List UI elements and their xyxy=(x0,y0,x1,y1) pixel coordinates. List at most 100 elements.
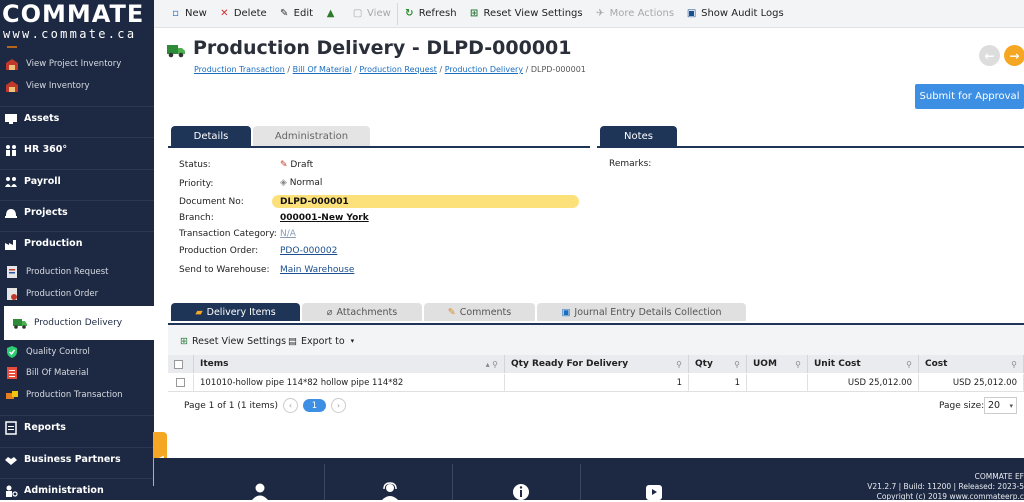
reset-view-icon: ⊞ xyxy=(180,335,188,347)
breadcrumb-link-production-delivery[interactable]: Production Delivery xyxy=(445,65,523,74)
breadcrumb-link-production-transaction[interactable]: Production Transaction xyxy=(194,65,285,74)
breadcrumb-separator: / xyxy=(287,65,291,74)
filter-icon[interactable]: ⚲ xyxy=(1011,360,1017,369)
next-page-button[interactable]: › xyxy=(331,398,346,413)
view-icon: ▢ xyxy=(352,8,363,19)
sidebar-item-production-request[interactable]: Production Request xyxy=(0,262,154,282)
chevron-down-icon: ▾ xyxy=(1009,401,1013,410)
footer-divider xyxy=(452,464,453,500)
sidebar-item-production-transaction[interactable]: Production Transaction xyxy=(0,385,154,405)
column-header-qty[interactable]: Qty ⚲ xyxy=(689,355,747,373)
reset-view-settings-button[interactable]: ⊞ Reset View Settings xyxy=(463,0,589,28)
sidebar-item-production-order[interactable]: Production Order xyxy=(0,284,154,304)
column-header-uom[interactable]: UOM ⚲ xyxy=(747,355,808,373)
shield-check-icon xyxy=(7,346,17,358)
youtube-icon[interactable] xyxy=(645,482,663,500)
status-value: ✎ Draft xyxy=(280,160,314,170)
tab-underline xyxy=(597,146,1024,148)
branch-value[interactable]: 000001-New York xyxy=(280,213,369,223)
send-to-warehouse-link[interactable]: Main Warehouse xyxy=(280,265,354,275)
row-checkbox[interactable] xyxy=(176,378,185,387)
sidebar-item-production-delivery[interactable]: Production Delivery xyxy=(4,306,154,340)
sidebar-item-administration[interactable]: Administration xyxy=(0,478,154,500)
more-actions-button[interactable]: ✈ More Actions xyxy=(589,0,681,28)
table-cell-uom[interactable] xyxy=(747,374,808,392)
tab-notes[interactable]: Notes xyxy=(600,126,677,147)
info-icon[interactable] xyxy=(512,482,530,500)
sidebar-item-quality-control[interactable]: Quality Control xyxy=(0,342,154,362)
table-cell-item[interactable]: 101010-hollow pipe 114*82 hollow pipe 11… xyxy=(194,374,505,392)
tab-administration[interactable]: Administration xyxy=(253,126,370,147)
sidebar-item-production[interactable]: Production xyxy=(0,231,154,255)
current-page-button[interactable]: 1 xyxy=(303,399,326,412)
new-document-icon: ▫ xyxy=(172,8,179,19)
show-audit-logs-button[interactable]: ▣ Show Audit Logs xyxy=(680,0,790,28)
tab-details[interactable]: Details xyxy=(171,126,251,147)
sidebar-item-payroll[interactable]: Payroll xyxy=(0,169,154,193)
grid-toolbar: ⊞ Reset View Settings ▤ Export to ▾ xyxy=(168,323,1024,355)
sidebar-item-assets[interactable]: Assets xyxy=(0,106,154,130)
admin-icon xyxy=(6,485,18,497)
grid-reset-view-settings-button[interactable]: ⊞ Reset View Settings xyxy=(180,325,286,357)
diamond-icon: ◈ xyxy=(280,178,287,188)
journal-icon: ▣ xyxy=(561,306,571,318)
next-record-button[interactable]: → xyxy=(1004,45,1024,66)
breadcrumb-link-production-request[interactable]: Production Request xyxy=(359,65,437,74)
page-size-select[interactable]: 20 ▾ xyxy=(984,397,1017,414)
table-cell-cost[interactable]: USD 25,012.00 xyxy=(919,374,1024,392)
sidebar-item-hr-360[interactable]: HR 360° xyxy=(0,137,154,161)
document-number-value: DLPD-000001 xyxy=(280,197,349,207)
footer-version-info: COMMATE EF V21.2.7 | Build: 11200 | Rele… xyxy=(867,472,1024,502)
sort-filter-icon[interactable]: ▴ ⚲ xyxy=(486,360,498,369)
refresh-button[interactable]: ↻ Refresh xyxy=(398,0,463,28)
breadcrumb-link-bill-of-material[interactable]: Bill Of Material xyxy=(293,65,352,74)
breadcrumb-separator: / xyxy=(354,65,357,74)
new-button[interactable]: ▫ New xyxy=(164,0,213,28)
tab-comments[interactable]: ✎ Comments xyxy=(424,303,535,321)
select-all-cell xyxy=(168,355,194,373)
table-cell-qty-ready[interactable]: 1 xyxy=(505,374,689,392)
workflow-icon: ▲ xyxy=(326,8,335,19)
column-header-qty-ready[interactable]: Qty Ready For Delivery ⚲ xyxy=(505,355,689,373)
monitor-icon xyxy=(5,113,17,124)
filter-icon[interactable]: ⚲ xyxy=(906,360,912,369)
delete-button[interactable]: ✕ Delete xyxy=(213,0,273,28)
tab-attachments[interactable]: ⌀ Attachments xyxy=(302,303,422,321)
sidebar-item-projects[interactable]: Projects xyxy=(0,200,154,224)
row-select-cell xyxy=(168,374,194,392)
production-order-link[interactable]: PDO-000002 xyxy=(280,246,337,256)
submit-for-approval-button[interactable]: Submit for Approval xyxy=(915,84,1024,109)
sidebar-item-view-project-inventory[interactable]: View Project Inventory xyxy=(0,54,154,74)
transaction-category-value[interactable]: N/A xyxy=(280,229,296,239)
previous-record-button[interactable]: ← xyxy=(979,45,1000,66)
table-cell-unit-cost[interactable]: USD 25,012.00 xyxy=(808,374,919,392)
warehouse-icon xyxy=(6,81,18,92)
breadcrumb-current: DLPD-000001 xyxy=(530,65,586,74)
workflow-button[interactable]: ▲ xyxy=(319,0,346,28)
column-header-unit-cost[interactable]: Unit Cost ⚲ xyxy=(808,355,919,373)
tab-journal-entry-details[interactable]: ▣ Journal Entry Details Collection xyxy=(537,303,746,321)
sidebar-item-bill-of-material[interactable]: Bill Of Material xyxy=(0,363,154,383)
view-button[interactable]: ▢ View xyxy=(346,0,397,28)
sidebar-item-reports[interactable]: Reports xyxy=(0,415,154,439)
filter-icon[interactable]: ⚲ xyxy=(795,360,801,369)
user-profile-icon[interactable] xyxy=(251,482,269,500)
tab-delivery-items[interactable]: ▰ Delivery Items xyxy=(171,303,300,321)
support-headset-icon[interactable] xyxy=(381,482,399,500)
filter-icon[interactable]: ⚲ xyxy=(734,360,740,369)
select-all-checkbox[interactable] xyxy=(174,359,183,369)
previous-page-button[interactable]: ‹ xyxy=(283,398,298,413)
more-actions-icon: ✈ xyxy=(595,8,605,19)
column-header-cost[interactable]: Cost ⚲ xyxy=(919,355,1024,373)
export-to-button[interactable]: ▤ Export to ▾ xyxy=(288,325,354,357)
sidebar-item-business-partners[interactable]: Business Partners xyxy=(0,447,154,471)
filter-icon[interactable]: ⚲ xyxy=(676,360,682,369)
logo-text: COMMATE xyxy=(2,0,145,28)
sidebar-item-view-inventory[interactable]: View Inventory xyxy=(0,76,154,96)
column-header-items[interactable]: Items ▴ ⚲ xyxy=(194,355,505,373)
table-cell-qty[interactable]: 1 xyxy=(689,374,747,392)
page-size-label: Page size: xyxy=(939,401,985,411)
list-icon xyxy=(7,367,17,379)
edit-button[interactable]: ✎ Edit xyxy=(273,0,319,28)
tab-underline xyxy=(168,146,590,148)
